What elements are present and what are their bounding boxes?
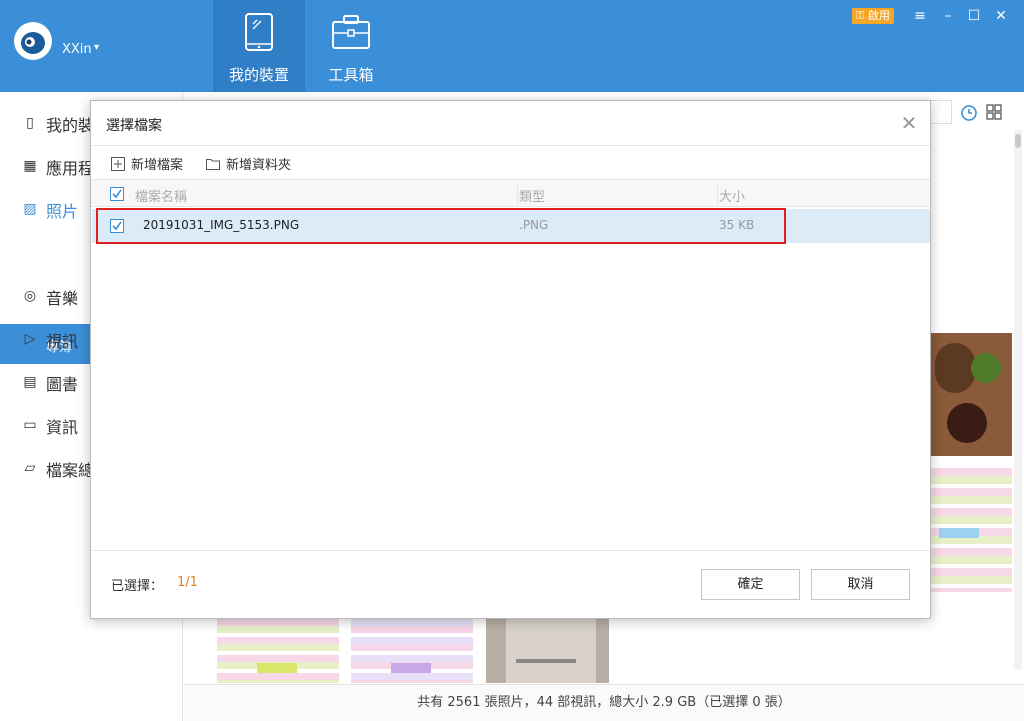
menu-icon[interactable]: ≡ [911, 8, 929, 24]
tab-my-device-label: 我的裝置 [228, 66, 289, 84]
message-icon: ▭ [23, 417, 37, 433]
key-icon: ⚿ [856, 9, 865, 22]
activate-button[interactable]: ⚿ 啟用 [852, 8, 894, 24]
phone-icon: ▯ [26, 115, 34, 131]
column-header-type[interactable]: 類型 [519, 186, 545, 205]
selected-count: 1/1 [177, 575, 198, 590]
select-all-checkbox[interactable] [110, 187, 124, 201]
tablet-icon [245, 13, 273, 51]
tab-my-device[interactable]: 我的裝置 [213, 0, 305, 92]
music-icon: ◎ [23, 288, 37, 304]
photo-thumbnail[interactable] [217, 619, 339, 683]
book-icon: ▤ [23, 374, 37, 390]
folder-icon: ▱ [24, 460, 36, 476]
status-footer: 共有 2561 張照片，44 部視訊，總大小 2.9 GB（已選擇 0 張） [184, 684, 1024, 721]
file-table-header: 檔案名稱 類型 大小 [91, 179, 930, 207]
dialog-close-icon[interactable]: ✕ [899, 113, 919, 133]
top-bar: XXin ▾ 我的裝置 工具箱 ⚿ 啟用 ≡ – ☐ ✕ [0, 0, 1024, 92]
scrollbar-track[interactable] [1014, 130, 1022, 670]
selected-label: 已選擇： [111, 579, 164, 594]
user-name[interactable]: XXin [62, 42, 92, 57]
sidebar-item-label: 圖書 [46, 375, 79, 394]
select-file-dialog: 選擇檔案 ✕ 新增檔案 新增資料夾 檔案名稱 類型 大小 20191031_IM… [90, 100, 931, 619]
selection-highlight-box [96, 208, 786, 244]
sidebar-item-label: 視訊 [46, 332, 79, 351]
sidebar-item-label: 我的裝 [46, 116, 95, 135]
image-icon: ▨ [23, 201, 37, 217]
activate-label: 啟用 [867, 9, 890, 22]
photo-thumbnail[interactable] [486, 619, 609, 683]
tab-toolbox-label: 工具箱 [328, 66, 374, 84]
confirm-button[interactable]: 確定 [701, 569, 800, 600]
minimize-button[interactable]: – [939, 8, 957, 24]
photo-thumbnail[interactable] [931, 468, 1012, 592]
dialog-title: 選擇檔案 [106, 118, 162, 134]
folder-icon [206, 159, 220, 170]
column-divider [717, 184, 718, 204]
add-file-icon [111, 157, 125, 171]
user-dropdown-icon[interactable]: ▾ [94, 42, 99, 53]
column-header-name[interactable]: 檔案名稱 [135, 186, 187, 205]
add-file-label: 新增檔案 [131, 158, 184, 173]
check-icon [112, 189, 122, 199]
sidebar-item-label: 音樂 [46, 289, 79, 308]
sidebar-item-label: 資訊 [46, 418, 79, 437]
toolbox-icon [332, 15, 370, 49]
sidebar-item-label: 照片 [46, 202, 79, 221]
cancel-button[interactable]: 取消 [811, 569, 910, 600]
apps-grid-icon: ▦ [23, 158, 37, 174]
sidebar-item-label: 檔案總 [46, 461, 95, 480]
video-icon: ▷ [24, 331, 36, 347]
dialog-toolbar: 新增檔案 新增資料夾 [91, 145, 930, 179]
photo-thumbnail[interactable] [931, 333, 1012, 456]
grid-view-icon[interactable] [986, 104, 1002, 120]
column-header-size[interactable]: 大小 [719, 186, 745, 205]
add-folder-button[interactable]: 新增資料夾 [206, 154, 291, 173]
maximize-button[interactable]: ☐ [965, 8, 983, 24]
close-window-button[interactable]: ✕ [992, 8, 1010, 24]
photo-thumbnail[interactable] [351, 619, 473, 683]
column-divider [517, 184, 518, 204]
tab-toolbox[interactable]: 工具箱 [305, 0, 397, 92]
dialog-divider [91, 550, 930, 551]
app-logo-icon [14, 22, 52, 60]
scrollbar-thumb[interactable] [1015, 134, 1021, 148]
add-file-button[interactable]: 新增檔案 [111, 154, 183, 173]
sidebar-item-label: 應用程 [46, 159, 95, 178]
clock-icon[interactable] [960, 104, 978, 122]
add-folder-label: 新增資料夾 [226, 158, 292, 173]
